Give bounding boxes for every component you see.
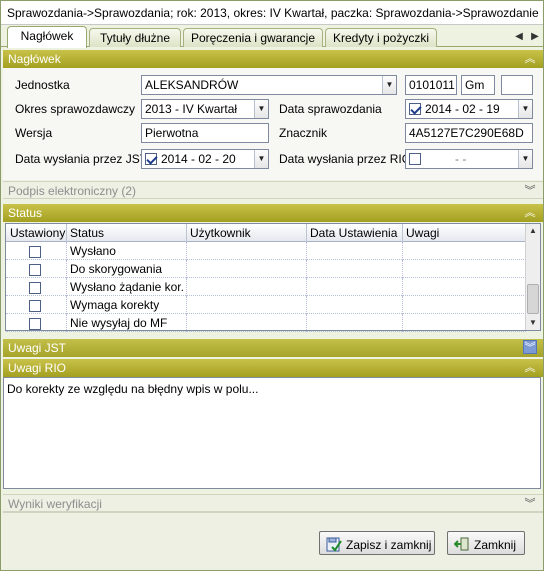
tab-scroll-left-icon[interactable]: ◀: [511, 29, 527, 45]
collapse-chevron-icon[interactable]: ︽: [523, 206, 537, 220]
chevron-down-icon[interactable]: ▼: [518, 100, 532, 118]
okres-value: 2013 - IV Kwartał: [145, 102, 238, 116]
data-jst-value: 2014 - 02 - 20: [161, 152, 236, 166]
status-cell: Nie wysyłaj do MF: [70, 316, 168, 330]
data-rio-value: - -: [455, 152, 467, 166]
uwagi-rio-textarea[interactable]: Do korekty ze względu na błędny wpis w p…: [3, 377, 541, 489]
ustawiony-checkbox[interactable]: [29, 264, 41, 276]
scroll-down-icon[interactable]: ▼: [526, 316, 540, 330]
section-wyniki-title: Wyniki weryfikacji: [8, 497, 102, 511]
naglowek-panel: Jednostka ALEKSANDRÓW ▼ 0101011 Gm Okres…: [3, 68, 543, 180]
data-sprawozdania-picker[interactable]: 2014 - 02 - 19 ▼: [405, 99, 533, 119]
ustawiony-checkbox[interactable]: [29, 246, 41, 258]
collapse-chevron-icon[interactable]: ︽: [523, 52, 537, 66]
column-header[interactable]: Status: [70, 226, 104, 240]
ustawiony-checkbox[interactable]: [29, 282, 41, 294]
expand-chevron-icon[interactable]: ︾: [523, 184, 537, 198]
date-enabled-checkbox[interactable]: [409, 103, 421, 115]
code-field[interactable]: 0101011: [405, 75, 457, 95]
tab-strip: Nagłówek Tytuły dłużne Poręczenia i gwar…: [1, 25, 543, 48]
data-sprawozdania-value: 2014 - 02 - 19: [425, 102, 500, 116]
status-grid-header: Ustawiony Status Użytkownik Data Ustawie…: [6, 224, 526, 242]
status-cell: Wymaga korekty: [70, 298, 160, 312]
chevron-down-icon[interactable]: ▼: [382, 76, 396, 94]
section-naglowek-title: Nagłówek: [8, 52, 61, 66]
section-naglowek[interactable]: Nagłówek ︽: [3, 50, 543, 68]
date-enabled-checkbox[interactable]: [145, 153, 157, 165]
table-row[interactable]: Wysłano: [6, 242, 526, 260]
data-rio-label: Data wysłania przez RIO: [279, 152, 412, 166]
status-cell: Wysłano: [70, 244, 116, 258]
code-value: 0101011: [409, 78, 455, 92]
tab-kredyty-pozyczki[interactable]: Kredyty i pożyczki: [325, 28, 437, 47]
section-uwagi-rio[interactable]: Uwagi RIO ︽: [3, 359, 543, 377]
extra-field[interactable]: [501, 75, 533, 95]
wersja-label: Wersja: [15, 126, 53, 140]
column-header[interactable]: Użytkownik: [190, 226, 251, 240]
chevron-down-icon[interactable]: ▼: [254, 100, 268, 118]
tab-naglowek[interactable]: Nagłówek: [7, 26, 87, 48]
data-jst-label: Data wysłania przez JST: [15, 152, 148, 166]
window-title: Sprawozdania->Sprawozdania; rok: 2013, o…: [1, 1, 543, 25]
znacznik-value: 4A5127E7C290E68D: [409, 126, 524, 140]
status-grid: Ustawiony Status Użytkownik Data Ustawie…: [5, 223, 541, 332]
exit-icon: [453, 537, 469, 551]
chevron-down-icon[interactable]: ▼: [518, 150, 532, 168]
close-label: Zamknij: [474, 538, 517, 552]
tab-poreczenia-gwarancje[interactable]: Poręczenia i gwarancje: [183, 28, 323, 47]
jednostka-select[interactable]: ALEKSANDRÓW ▼: [141, 75, 397, 95]
save-icon: [326, 537, 342, 552]
ustawiony-checkbox[interactable]: [29, 318, 41, 330]
type-field[interactable]: Gm: [461, 75, 495, 95]
section-wyniki-weryfikacji[interactable]: Wyniki weryfikacji ︾: [3, 494, 543, 512]
jednostka-label: Jednostka: [15, 78, 70, 92]
section-uwagi-rio-title: Uwagi RIO: [8, 361, 67, 375]
button-bar: Zapisz i zamknij Zamknij: [3, 512, 543, 570]
chevron-down-icon[interactable]: ▼: [254, 150, 268, 168]
close-button[interactable]: Zamknij: [447, 531, 525, 555]
status-cell: Wysłano żądanie kor...: [70, 280, 184, 294]
ustawiony-checkbox[interactable]: [29, 300, 41, 312]
table-row[interactable]: Wysłano żądanie kor...: [6, 278, 526, 296]
table-row[interactable]: Do skorygowania: [6, 260, 526, 278]
znacznik-field[interactable]: 4A5127E7C290E68D: [405, 123, 533, 143]
column-header[interactable]: Data Ustawienia: [310, 226, 397, 240]
section-uwagi-jst-title: Uwagi JST: [8, 341, 67, 355]
wersja-value: Pierwotna: [145, 126, 199, 140]
table-row[interactable]: Wymaga korekty: [6, 296, 526, 314]
column-header[interactable]: Ustawiony: [10, 226, 65, 240]
status-grid-scrollbar[interactable]: ▲ ▼: [525, 224, 540, 330]
collapse-chevron-icon[interactable]: ︽: [523, 361, 537, 375]
znacznik-label: Znacznik: [279, 126, 328, 140]
section-podpis-title: Podpis elektroniczny (2): [8, 184, 137, 198]
table-row[interactable]: Nie wysyłaj do MF: [6, 314, 526, 332]
okres-select[interactable]: 2013 - IV Kwartał ▼: [141, 99, 269, 119]
tab-scroll-right-icon[interactable]: ▶: [527, 29, 543, 45]
section-status-title: Status: [8, 206, 43, 220]
column-header[interactable]: Uwagi: [406, 226, 439, 240]
save-and-close-button[interactable]: Zapisz i zamknij: [319, 531, 435, 555]
scroll-thumb[interactable]: [527, 284, 539, 314]
wersja-field[interactable]: Pierwotna: [141, 123, 269, 143]
uwagi-rio-text: Do korekty ze względu na błędny wpis w p…: [7, 382, 259, 396]
expand-chevron-icon[interactable]: ︾: [523, 497, 537, 511]
status-cell: Do skorygowania: [70, 262, 163, 276]
scroll-up-icon[interactable]: ▲: [526, 224, 540, 238]
save-and-close-label: Zapisz i zamknij: [346, 538, 432, 552]
section-podpis-elektroniczny[interactable]: Podpis elektroniczny (2) ︾: [3, 181, 543, 199]
okres-label: Okres sprawozdawczy: [15, 102, 136, 116]
section-status[interactable]: Status ︽: [3, 204, 543, 222]
type-value: Gm: [465, 78, 485, 92]
data-rio-picker[interactable]: - - ▼: [405, 149, 533, 169]
expand-chevron-icon[interactable]: ︾: [523, 340, 537, 354]
jednostka-value: ALEKSANDRÓW: [145, 78, 239, 92]
report-window: Sprawozdania->Sprawozdania; rok: 2013, o…: [0, 0, 544, 571]
date-enabled-checkbox[interactable]: [409, 153, 421, 165]
section-uwagi-jst[interactable]: Uwagi JST ︾: [3, 339, 543, 357]
data-jst-picker[interactable]: 2014 - 02 - 20 ▼: [141, 149, 269, 169]
data-sprawozdania-label: Data sprawozdania: [279, 102, 382, 116]
tab-tytuly-dluzne[interactable]: Tytuły dłużne: [89, 28, 181, 47]
